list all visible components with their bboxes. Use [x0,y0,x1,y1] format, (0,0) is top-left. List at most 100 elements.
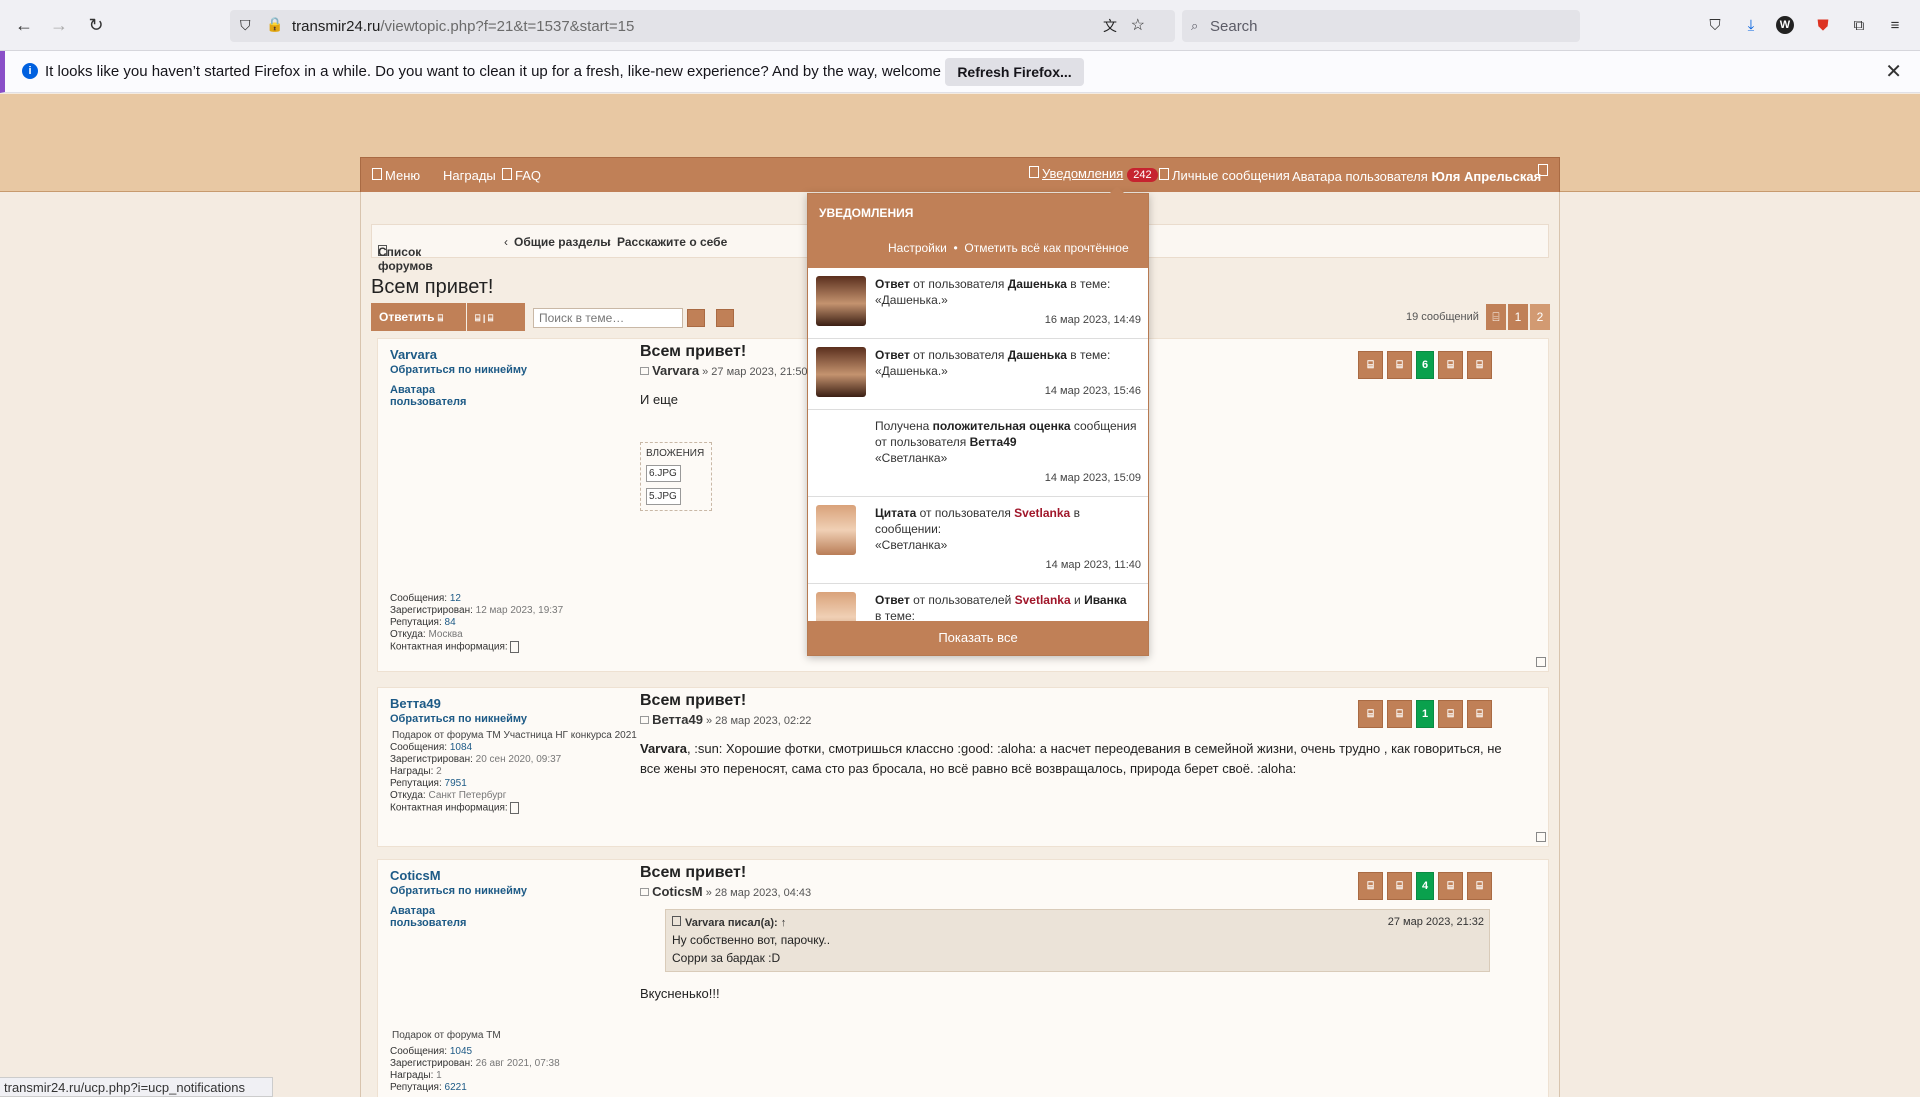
attachment-file[interactable]: 6.JPG [646,465,681,482]
like-icon[interactable]: ⌸ [1387,872,1412,900]
post-author[interactable]: Varvara [390,347,640,362]
nav-user[interactable]: Аватара пользователя Юля Апрельская [1292,169,1541,184]
browser-toolbar: ← → ↻ ⛉ 🔒 transmir24.ru/viewtopic.php?f=… [0,0,1920,51]
search-bar[interactable]: ⌕ Search [1182,10,1580,42]
envelope-icon [1159,168,1169,180]
faq-icon [502,168,512,180]
contact-icon[interactable] [510,802,520,814]
forum-gift: Подарок от форума ТМ [392,1030,501,1041]
pocket-icon[interactable]: ⛉ [1704,14,1726,36]
url-bar[interactable]: ⛉ 🔒 transmir24.ru/viewtopic.php?f=21&t=1… [230,10,1175,42]
notification-item[interactable]: Ответ от пользователя Дашенька в теме: «Д… [808,268,1148,339]
quote-icon[interactable]: ⌸ [1358,351,1383,379]
forward-icon[interactable]: → [47,13,71,37]
post-icon[interactable] [640,888,649,896]
report-icon[interactable]: ⌸ [1467,872,1492,900]
back-to-top-icon[interactable] [1536,657,1546,667]
menu-icon[interactable]: ≡ [1884,14,1906,36]
notification-item[interactable]: Цитата от пользователя Svetlanka в сообщ… [808,497,1148,584]
mention-link[interactable]: Обратиться по никнейму [390,885,640,897]
quote-icon[interactable]: ⌸ [1358,700,1383,728]
back-to-top-icon[interactable] [1536,832,1546,842]
url-host: transmir24.ru [292,18,381,35]
post-content: Varvara, :sun: Хорошие фотки, смотришься… [640,741,1502,776]
user-menu-icon[interactable] [1538,164,1551,179]
post-author[interactable]: Ветта49 [390,696,640,711]
rating-badge: 1 [1416,700,1434,728]
nav-menu[interactable]: Меню [372,168,420,183]
reload-icon[interactable]: ↻ [84,13,108,37]
page-2[interactable]: 2 [1530,304,1550,330]
nav-private-messages[interactable]: Личные сообщения [1159,168,1290,183]
post-author[interactable]: CoticsM [390,868,640,883]
extensions-icon[interactable]: ⧉ [1848,14,1870,36]
close-icon[interactable]: ✕ [1885,59,1902,84]
author-stats: Сообщения: 12 Зарегистрирован: 12 мар 20… [390,593,564,653]
translate-icon[interactable]: 文 [1103,16,1117,36]
reply-icon: ⌸ [437,313,444,323]
page-1[interactable]: 1 [1508,304,1528,330]
post-count: 19 сообщений [1406,311,1479,323]
dislike-icon[interactable]: ⌸ [1438,700,1463,728]
post-buttons: ⌸ ⌸ 1 ⌸ ⌸ [1358,700,1492,728]
lock-icon[interactable]: 🔒 [266,16,283,33]
advanced-search-icon[interactable] [716,309,734,327]
breadcrumb-general[interactable]: Общие разделы [514,235,611,249]
search-icon[interactable] [687,309,705,327]
avatar [816,505,856,555]
extension-shield-icon[interactable]: ⛊ [1812,14,1834,36]
shield-icon[interactable]: ⛉ [240,17,251,34]
dislike-icon[interactable]: ⌸ [1438,351,1463,379]
nav-faq[interactable]: FAQ [502,168,541,183]
search-icon: ⌕ [1191,18,1199,33]
settings-link[interactable]: Настройки [888,241,947,255]
back-icon[interactable]: ← [12,13,36,37]
mention-link[interactable]: Обратиться по никнейму [390,364,640,376]
post-buttons: ⌸ ⌸ 4 ⌸ ⌸ [1358,872,1492,900]
like-icon[interactable]: ⌸ [1387,700,1412,728]
contact-icon[interactable] [510,641,520,653]
pagination-jump-icon[interactable]: ⌸ [1486,304,1506,330]
attachment-file[interactable]: 5.JPG [646,488,681,505]
notification-item[interactable]: Ответ от пользователя Дашенька в теме: «Д… [808,339,1148,410]
downloads-icon[interactable]: ⤓ [1740,14,1762,36]
nav-awards[interactable]: Награды [443,168,496,183]
url-path: /viewtopic.php?f=21&t=1537&start=15 [380,18,635,35]
wrench-icon: ⌸ | ⌸ [475,313,494,323]
quote-block: Varvara писал(а): ↑ 27 мар 2023, 21:32 Ну… [665,909,1490,972]
refresh-firefox-button[interactable]: Refresh Firefox... [945,58,1084,86]
rating-badge: 6 [1416,351,1434,379]
report-icon[interactable]: ⌸ [1467,700,1492,728]
mark-all-read-link[interactable]: Отметить всё как прочтённое [964,241,1128,255]
bookmark-star-icon[interactable]: ☆ [1131,15,1145,35]
topic-tools-button[interactable]: ⌸ | ⌸ [467,303,525,331]
attachments: ВЛОЖЕНИЯ 6.JPG 5.JPG [640,442,712,511]
extension-w-icon[interactable]: W [1776,16,1794,34]
post-icon[interactable] [640,367,649,375]
show-all-button[interactable]: Показать все [808,621,1148,655]
breadcrumb-about[interactable]: Расскажите о себе [617,235,727,249]
notification-item[interactable]: Ответ от пользователей Svetlanka и Иванк… [808,584,1148,623]
avatar [816,592,856,623]
avatar: Аватара пользователя [390,384,467,408]
nav-notifications[interactable]: Уведомления 242 [1029,166,1158,182]
notification-list: Ответ от пользователя Дашенька в теме: «Д… [808,268,1148,623]
like-icon[interactable]: ⌸ [1387,351,1412,379]
topic-search-input[interactable]: Поиск в теме… [533,308,683,328]
report-icon[interactable]: ⌸ [1467,351,1492,379]
status-bar-url: transmir24.ru/ucp.php?i=ucp_notification… [0,1077,273,1097]
mention-link[interactable]: Обратиться по никнейму [390,713,640,725]
avatar: Аватара пользователя [390,905,467,929]
reply-button[interactable]: Ответить ⌸ [371,303,466,331]
quote-icon [672,916,681,926]
bell-icon [1029,166,1039,178]
info-icon: i [22,63,38,79]
dislike-icon[interactable]: ⌸ [1438,872,1463,900]
notification-message: It looks like you haven’t started Firefo… [45,63,982,80]
notifications-dropdown: УВЕДОМЛЕНИЯ Настройки • Отметить всё как… [807,186,1149,656]
firefox-notification-bar: i It looks like you haven’t started Fire… [0,51,1920,93]
post-icon[interactable] [640,716,649,724]
notification-item[interactable]: Получена положительная оценка сообщения … [808,410,1148,497]
author-stats: Сообщения: 1084 Зарегистрирован: 20 сен … [390,742,562,814]
quote-icon[interactable]: ⌸ [1358,872,1383,900]
